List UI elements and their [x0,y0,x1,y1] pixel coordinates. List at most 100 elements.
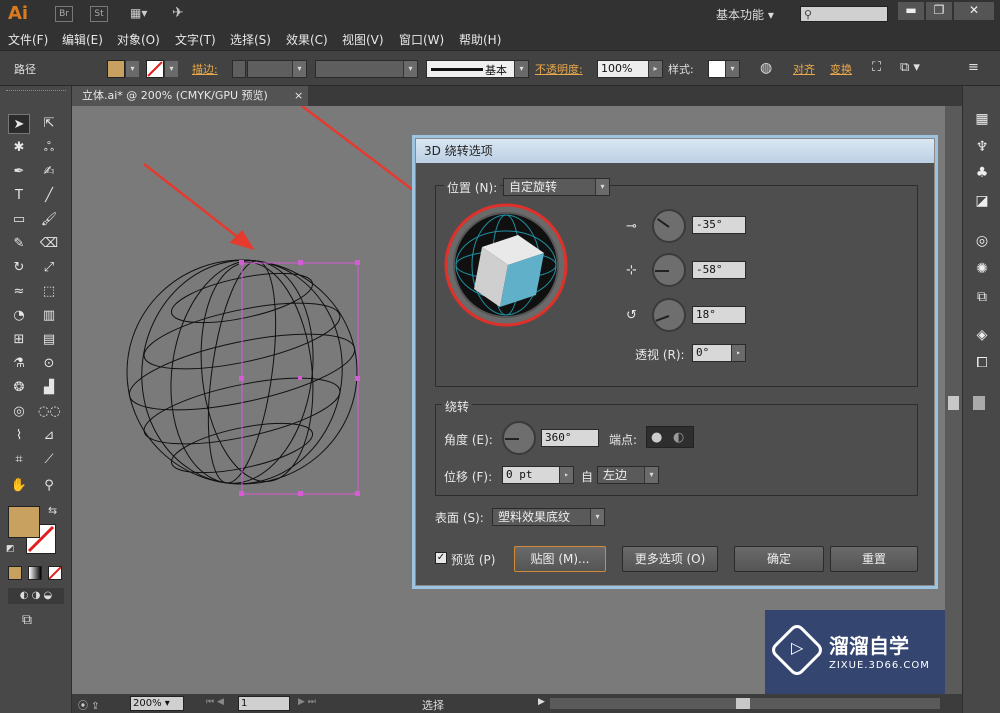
width-tool-icon[interactable]: ≈ [8,282,30,302]
close-tab-icon[interactable]: × [294,86,303,106]
recolor-artwork-icon[interactable]: ◍ [760,60,772,76]
variable-width-profile[interactable]: ▾ [315,60,418,78]
revolve-angle-input[interactable]: 360° [541,429,599,447]
x-rotation-input[interactable]: -35° [692,216,746,234]
default-colors-icon[interactable]: ◩ [6,544,15,554]
rotation-track-cube[interactable] [444,203,568,327]
stroke-weight-input[interactable]: ▾ [247,60,307,78]
shape-builder-tool-icon[interactable]: ◔ [8,306,30,326]
fill-dropdown[interactable]: ▾ [125,61,139,77]
reset-button[interactable]: 重置 [830,546,918,572]
drawing-modes-icon[interactable]: ◐ ◑ ◒ [8,588,64,604]
arrange-documents-icon[interactable]: ▦▾ [130,6,156,22]
workspace-switcher[interactable]: 基本功能 ▾ [716,6,774,23]
restore-button[interactable]: ❐ [926,2,952,20]
document-tab[interactable]: 立体.ai* @ 200% (CMYK/GPU 预览) × [72,86,308,106]
status-menu-icon[interactable]: ▶ [538,697,545,707]
cap-off-icon[interactable]: ◐ [673,430,684,445]
stroke-weight-stepper[interactable] [232,60,246,78]
fill-color-box[interactable] [8,506,40,538]
horizontal-scrollbar-thumb[interactable] [736,698,750,709]
paintbrush-tool-icon[interactable]: 🖌 [38,210,60,230]
menu-type[interactable]: 文字(T) [175,31,216,48]
artboards-panel-icon[interactable]: ⧉ [971,286,993,308]
y-rotation-input[interactable]: -58° [692,261,746,279]
hand-tool-icon[interactable]: ✋ [8,476,30,496]
panel-grip[interactable] [6,90,66,96]
none-mode-icon[interactable] [48,566,62,580]
curvature-tool-icon[interactable]: ✍ [38,162,60,182]
horizontal-scrollbar[interactable] [550,698,940,709]
magic-wand-tool-icon[interactable]: ✱ [8,138,30,158]
vertical-scrollbar-thumb[interactable] [973,396,985,410]
type-tool-icon[interactable]: T [8,186,30,206]
menu-file[interactable]: 文件(F) [8,31,48,48]
eraser-scissors-tool-icon[interactable]: ⌇ [8,426,30,446]
stock-button[interactable]: St [90,6,108,22]
cap-on-icon[interactable]: ● [651,430,662,445]
help-search-input[interactable]: ⚲ [800,6,888,22]
eyedropper-tool-icon[interactable]: ⚗ [8,354,30,374]
gpu-performance-icon[interactable]: ✈ [172,5,184,21]
rotate-tool-icon[interactable]: ↻ [8,258,30,278]
next-page-icon[interactable]: ▶ ⏭ [298,697,316,707]
artboard-tool-icon[interactable]: ◎ [8,402,30,422]
surface-select[interactable]: 塑料效果底纹 ▾ [492,508,605,526]
selection-tool-icon[interactable]: ➤ [8,114,30,134]
more-options-button[interactable]: 更多选项 (O) [622,546,718,572]
opacity-input[interactable]: 100% ▸ [597,60,663,78]
eraser-tool-icon[interactable]: ⌫ [38,234,60,254]
layers-panel-icon[interactable]: ◈ [971,324,993,346]
transform-link[interactable]: 变换 [830,61,852,77]
menu-select[interactable]: 选择(S) [230,31,271,48]
gradient-mode-icon[interactable] [28,566,42,580]
graphic-styles-panel-icon[interactable]: ◪ [971,190,993,212]
minimize-button[interactable]: ▬ [898,2,924,20]
free-transform-tool-icon[interactable]: ⬚ [38,282,60,302]
crop-tool-icon[interactable]: ⌗ [8,450,30,470]
opacity-label[interactable]: 不透明度: [535,61,583,77]
menu-view[interactable]: 视图(V) [342,31,384,48]
brushes-panel-icon[interactable]: ♆ [971,136,993,158]
scale-tool-icon[interactable]: ⤢ [38,258,60,278]
perspective-input[interactable]: 0° ▸ [692,344,746,362]
y-rotation-knob[interactable] [652,253,686,287]
x-rotation-knob[interactable] [652,209,686,243]
perspective-grid-tool-icon[interactable]: ▥ [38,306,60,326]
stroke-label[interactable]: 描边: [192,61,218,77]
color-guide-panel-icon[interactable]: ✺ [971,258,993,280]
artboard-number-select[interactable]: 1 [238,696,290,711]
column-graph-tool-icon[interactable]: ▟ [38,378,60,398]
align-link[interactable]: 对齐 [793,61,815,77]
position-select[interactable]: 自定旋转 ▾ [503,178,610,196]
ok-button[interactable]: 确定 [734,546,824,572]
screen-mode-icon[interactable]: ⧉ [22,612,32,628]
close-window-button[interactable]: ✕ [954,2,994,20]
transparency-panel-icon[interactable]: ⧠ [971,352,993,374]
offset-input[interactable]: 0 pt ▸ [502,466,574,484]
canvas-vertical-scrollbar[interactable] [945,106,962,694]
menu-effect[interactable]: 效果(C) [286,31,328,48]
status-icons[interactable]: ⦿ ⇪ [78,697,100,712]
z-rotation-knob[interactable] [652,298,686,332]
zoom-tool-icon[interactable]: ⚲ [38,476,60,496]
menu-window[interactable]: 窗口(W) [399,31,444,48]
pen-tool-icon[interactable]: ✒ [8,162,30,182]
offset-from-select[interactable]: 左边 ▾ [597,466,659,484]
isolation-mode-icon[interactable]: ⧉ ▾ [900,60,920,75]
stroke-dropdown[interactable]: ▾ [164,61,178,77]
stroke-swatch[interactable] [146,60,164,78]
pencil-tool-icon[interactable]: ✎ [8,234,30,254]
first-page-icon[interactable]: ⏮ ◀ [206,697,224,707]
map-art-button[interactable]: 贴图 (M)... [514,546,606,572]
menu-help[interactable]: 帮助(H) [459,31,501,48]
revolve-angle-knob[interactable] [502,421,536,455]
knife-tool-icon[interactable]: ⊿ [38,426,60,446]
fill-swatch[interactable] [107,60,125,78]
scrollbar-thumb[interactable] [948,396,959,410]
symbol-sprayer-tool-icon[interactable]: ❂ [8,378,30,398]
brush-definition[interactable]: 基本 ▾ [426,60,529,78]
gradient-tool-icon[interactable]: ▤ [38,330,60,350]
graphic-style-swatch[interactable]: ▾ [708,60,740,78]
slice-select-tool-icon[interactable]: ⟋ [38,450,60,470]
